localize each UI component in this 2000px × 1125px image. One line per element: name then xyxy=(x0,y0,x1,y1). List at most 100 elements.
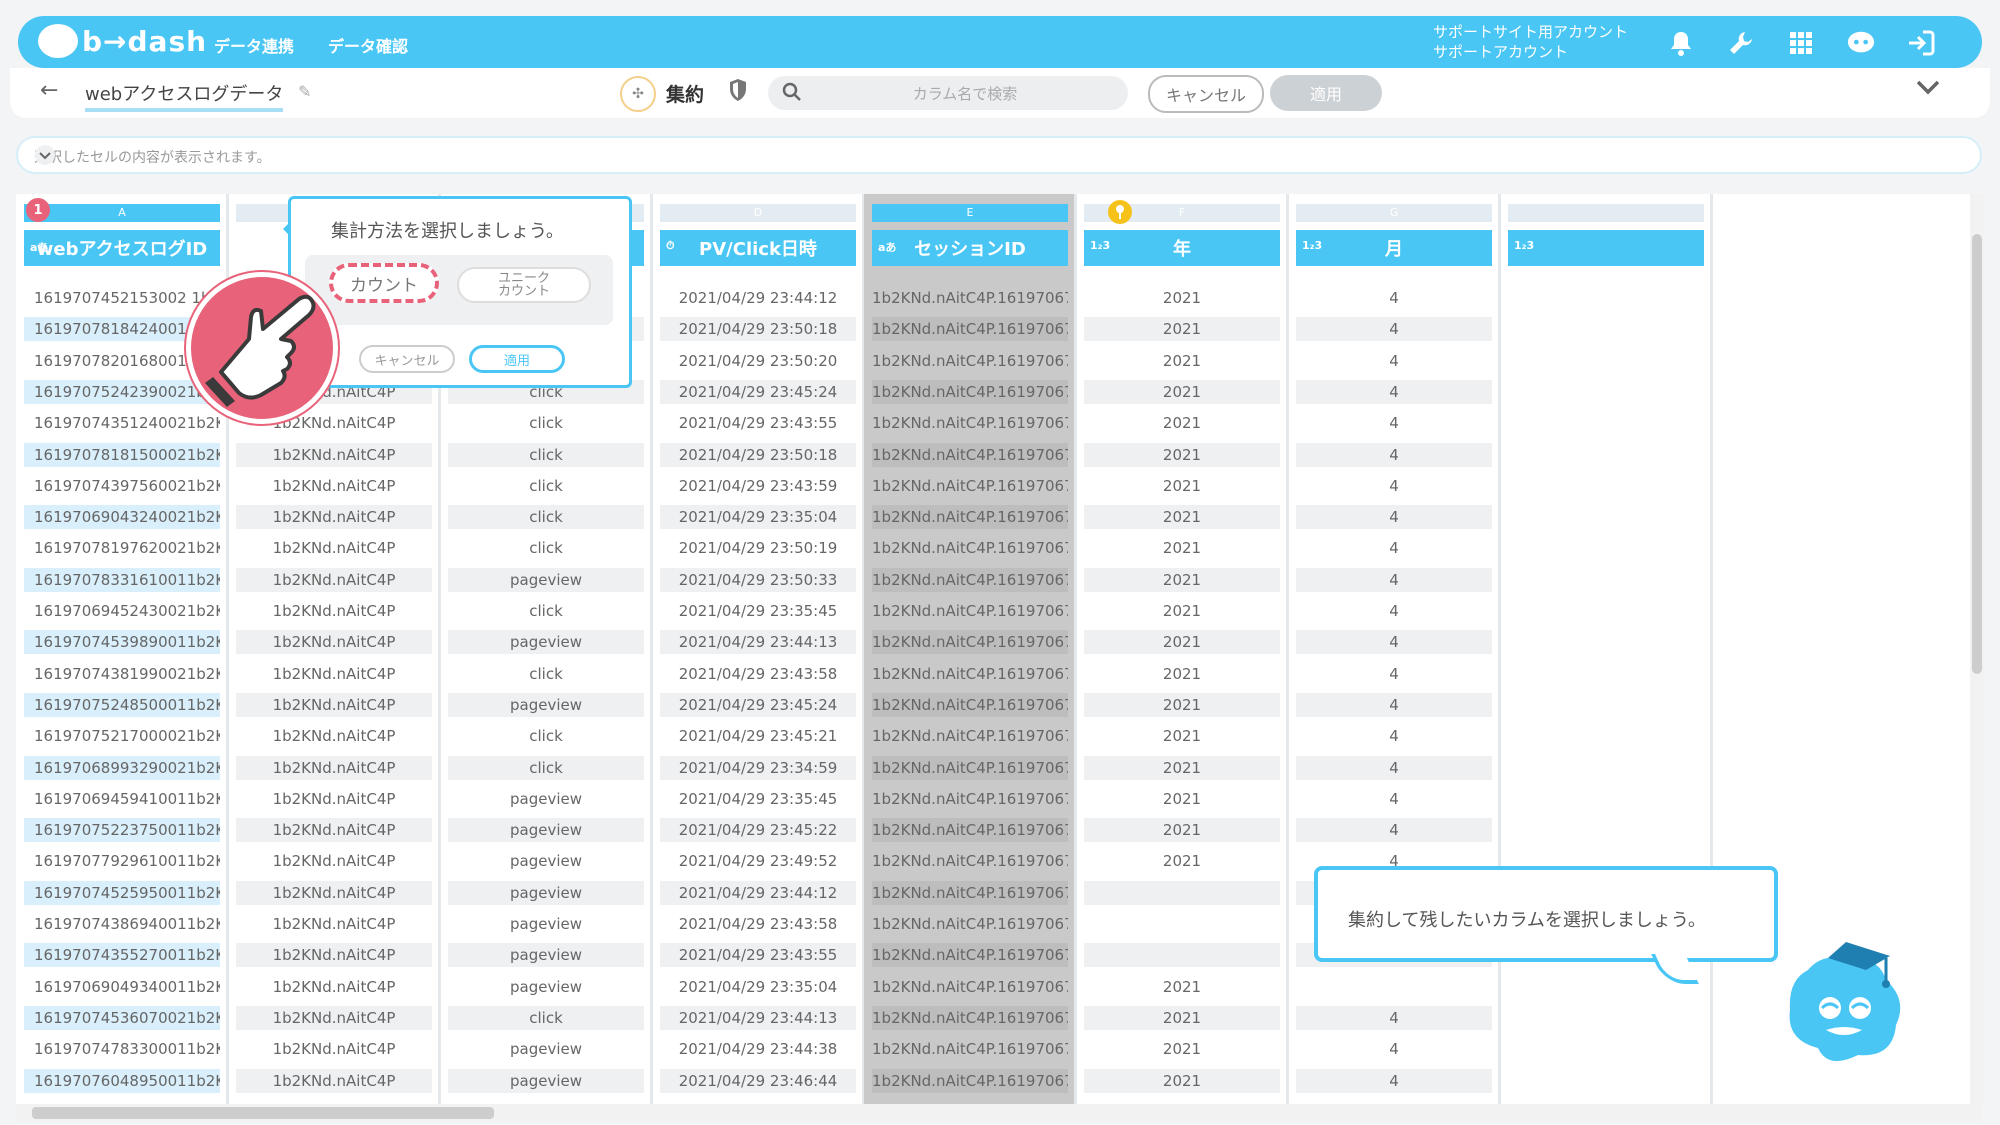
popup-cancel-button[interactable]: キャンセル xyxy=(359,345,455,373)
back-button[interactable]: ← xyxy=(40,78,58,103)
table-cell[interactable]: 16197074539890011b2KNd... xyxy=(24,630,220,654)
table-cell[interactable]: 4 xyxy=(1296,505,1492,529)
popup-apply-button[interactable]: 適用 xyxy=(469,345,565,373)
cell-content-bar[interactable]: 選択したセルの内容が表示されます。 xyxy=(16,136,1982,174)
table-cell[interactable]: 2021/04/29 23:43:58 xyxy=(660,912,856,936)
table-cell[interactable]: 2021 xyxy=(1084,380,1280,404)
table-cell[interactable]: 2021 xyxy=(1084,756,1280,780)
table-cell[interactable]: 2021 xyxy=(1084,411,1280,435)
table-cell[interactable]: pageview xyxy=(448,568,644,592)
table-cell[interactable]: 16197069459410011b2KNd... xyxy=(24,787,220,811)
table-cell[interactable]: 1b2KNd.nAitC4P xyxy=(236,568,432,592)
table-cell[interactable]: 2021/04/29 23:43:55 xyxy=(660,943,856,967)
table-cell[interactable]: pageview xyxy=(448,1037,644,1061)
table-cell[interactable]: 4 xyxy=(1296,787,1492,811)
table-cell[interactable]: 2021 xyxy=(1084,1006,1280,1030)
table-cell[interactable]: 4 xyxy=(1296,380,1492,404)
table-cell[interactable]: 1b2KNd.nAitC4P xyxy=(236,693,432,717)
table-cell[interactable]: 4 xyxy=(1296,443,1492,467)
column-letter[interactable]: A xyxy=(24,204,220,222)
table-cell[interactable]: 2021 xyxy=(1084,975,1280,999)
table-cell[interactable]: 2021/04/29 23:50:33 xyxy=(660,568,856,592)
table-cell[interactable]: 16197077929610011b2KNd... xyxy=(24,849,220,873)
column-header[interactable]: aあ セッションID xyxy=(872,230,1068,266)
table-cell[interactable]: 2021 xyxy=(1084,662,1280,686)
table-cell[interactable]: 2021 xyxy=(1084,349,1280,373)
column-header[interactable]: 1₂3 年 xyxy=(1084,230,1280,266)
table-cell[interactable]: click xyxy=(448,724,644,748)
column-search-input[interactable] xyxy=(818,76,1112,112)
table-cell[interactable]: pageview xyxy=(448,1069,644,1093)
table-cell[interactable]: 1b2KNd.nAitC4P xyxy=(236,599,432,623)
bell-icon[interactable] xyxy=(1666,28,1696,58)
table-cell[interactable] xyxy=(1084,912,1280,936)
table-cell[interactable] xyxy=(1296,975,1492,999)
table-cell[interactable]: 16197069043240021b2KNd... xyxy=(24,505,220,529)
table-cell[interactable]: click xyxy=(448,474,644,498)
table-cell[interactable]: click xyxy=(448,599,644,623)
column-letter[interactable]: D xyxy=(660,204,856,222)
table-cell[interactable]: 16197075248500011b2KNd... xyxy=(24,693,220,717)
table-cell[interactable]: 4 xyxy=(1296,286,1492,310)
table-cell[interactable]: 16197069452430021b2KNd... xyxy=(24,599,220,623)
table-cell[interactable]: 2021 xyxy=(1084,286,1280,310)
table-cell[interactable]: 2021/04/29 23:49:52 xyxy=(660,849,856,873)
horizontal-scrollbar[interactable] xyxy=(16,1104,1982,1122)
table-cell[interactable]: 1b2KNd.nAitC4P.161970677... xyxy=(872,849,1068,873)
table-cell[interactable]: 1b2KNd.nAitC4P xyxy=(236,443,432,467)
table-cell[interactable]: 4 xyxy=(1296,474,1492,498)
table-cell[interactable]: click xyxy=(448,662,644,686)
table-cell[interactable]: 4 xyxy=(1296,1069,1492,1093)
column-header[interactable]: ⏱ PV/Click日時 xyxy=(660,230,856,266)
nav-data-integration[interactable]: データ連携 xyxy=(214,33,294,57)
table-cell[interactable]: 2021/04/29 23:44:13 xyxy=(660,630,856,654)
table-cell[interactable]: 4 xyxy=(1296,756,1492,780)
table-cell[interactable]: 1b2KNd.nAitC4P.161970677... xyxy=(872,943,1068,967)
table-cell[interactable]: 2021/04/29 23:35:04 xyxy=(660,505,856,529)
table-cell[interactable]: 4 xyxy=(1296,818,1492,842)
table-cell[interactable]: 1b2KNd.nAitC4P xyxy=(236,787,432,811)
table-cell[interactable]: 2021 xyxy=(1084,568,1280,592)
table-cell[interactable]: 2021 xyxy=(1084,849,1280,873)
table-cell[interactable]: 1b2KNd.nAitC4P.161970677... xyxy=(872,724,1068,748)
table-cell[interactable]: 2021 xyxy=(1084,787,1280,811)
table-cell[interactable]: 1b2KNd.nAitC4P.161970677... xyxy=(872,286,1068,310)
table-cell[interactable]: 1b2KNd.nAitC4P.161970677... xyxy=(872,349,1068,373)
table-cell[interactable]: 1b2KNd.nAitC4P.161970677... xyxy=(872,1037,1068,1061)
apps-grid-icon[interactable] xyxy=(1786,28,1816,58)
table-cell[interactable]: 2021/04/29 23:45:22 xyxy=(660,818,856,842)
table-cell[interactable]: 1b2KNd.nAitC4P.161970677... xyxy=(872,881,1068,905)
table-cell[interactable]: pageview xyxy=(448,943,644,967)
table-cell[interactable]: pageview xyxy=(448,881,644,905)
table-cell[interactable]: 1b2KNd.nAitC4P xyxy=(236,662,432,686)
table-cell[interactable]: click xyxy=(448,1006,644,1030)
wrench-icon[interactable] xyxy=(1726,28,1756,58)
dataset-title[interactable]: webアクセスログデータ xyxy=(85,80,284,112)
table-cell[interactable]: 2021 xyxy=(1084,1069,1280,1093)
table-cell[interactable]: 1b2KNd.nAitC4P.161970677... xyxy=(872,1006,1068,1030)
table-cell[interactable]: 1b2KNd.nAitC4P.161970677... xyxy=(872,975,1068,999)
table-cell[interactable]: 2021 xyxy=(1084,693,1280,717)
table-cell[interactable]: click xyxy=(448,443,644,467)
table-cell[interactable]: 1b2KNd.nAitC4P xyxy=(236,881,432,905)
table-cell[interactable]: 1b2KNd.nAitC4P xyxy=(236,912,432,936)
table-cell[interactable]: 2021/04/29 23:35:45 xyxy=(660,787,856,811)
table-cell[interactable]: 1b2KNd.nAitC4P.161970677... xyxy=(872,411,1068,435)
table-cell[interactable]: click xyxy=(448,505,644,529)
table-cell[interactable]: pageview xyxy=(448,787,644,811)
table-cell[interactable]: 4 xyxy=(1296,662,1492,686)
table-cell[interactable]: 1b2KNd.nAitC4P xyxy=(236,1006,432,1030)
table-cell[interactable]: pageview xyxy=(448,818,644,842)
table-cell[interactable]: 2021 xyxy=(1084,1037,1280,1061)
column-letter[interactable] xyxy=(1508,204,1704,222)
table-cell[interactable] xyxy=(1084,881,1280,905)
table-cell[interactable]: 4 xyxy=(1296,1006,1492,1030)
grid-column[interactable]: G1₂3月44444444444444444444444 xyxy=(1288,194,1500,1104)
table-cell[interactable]: 2021/04/29 23:34:59 xyxy=(660,756,856,780)
table-cell[interactable]: 2021/04/29 23:44:12 xyxy=(660,286,856,310)
table-cell[interactable]: 16197074783300011b2KNd... xyxy=(24,1037,220,1061)
table-cell[interactable]: 2021 xyxy=(1084,630,1280,654)
table-cell[interactable]: 2021 xyxy=(1084,317,1280,341)
table-cell[interactable]: 16197069049340011b2KNd... xyxy=(24,975,220,999)
vertical-scroll-thumb[interactable] xyxy=(1972,234,1982,674)
